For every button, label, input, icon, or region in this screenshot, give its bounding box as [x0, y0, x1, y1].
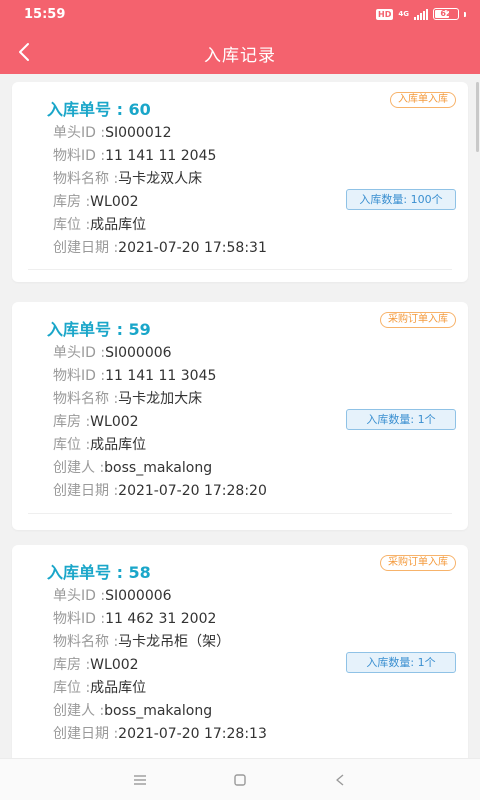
- quantity-badge: 入库数量: 1个: [346, 409, 456, 430]
- quantity-badge: 入库数量: 100个: [346, 189, 456, 210]
- signal-icon: [414, 8, 428, 20]
- battery-icon: 62: [433, 8, 459, 20]
- card-divider: [28, 513, 452, 514]
- back-triangle-icon: [336, 774, 344, 786]
- warehouse-field: 库房 :WL002: [53, 414, 139, 430]
- recent-apps-button[interactable]: [127, 767, 153, 793]
- record-type-tag: 采购订单入库: [380, 312, 456, 328]
- header-id-field: 单头ID :SI000006: [53, 588, 172, 604]
- warehouse-field: 库房 :WL002: [53, 657, 139, 673]
- material-name-field: 物料名称 :马卡龙双人床: [53, 171, 203, 187]
- record-number: 入库单号 : 59: [47, 320, 151, 339]
- home-square-icon: [234, 774, 246, 786]
- battery-level: 62: [440, 9, 452, 18]
- record-type-tag: 采购订单入库: [380, 555, 456, 571]
- record-number: 入库单号 : 58: [47, 563, 151, 582]
- hd-icon: HD: [376, 8, 394, 20]
- record-card[interactable]: 入库单号 : 60 入库单入库 单头ID :SI000012 物料ID :11 …: [12, 82, 468, 282]
- created-date-field: 创建日期 :2021-07-20 17:28:20: [53, 483, 267, 499]
- created-date-field: 创建日期 :2021-07-20 17:28:13: [53, 726, 267, 742]
- material-id-field: 物料ID :11 141 11 3045: [53, 368, 217, 384]
- system-back-button[interactable]: [327, 767, 353, 793]
- location-field: 库位 :成品库位: [53, 217, 147, 233]
- card-divider: [28, 269, 452, 270]
- system-nav-bar: [0, 758, 480, 800]
- material-name-field: 物料名称 :马卡龙吊柜（架）: [53, 634, 231, 650]
- record-card[interactable]: 入库单号 : 59 采购订单入库 单头ID :SI000006 物料ID :11…: [12, 302, 468, 530]
- creator-field: 创建人 :boss_makalong: [53, 703, 213, 719]
- creator-field: 创建人 :boss_makalong: [53, 460, 213, 476]
- network-type: 4G: [398, 9, 409, 18]
- home-button[interactable]: [227, 767, 253, 793]
- status-time: 15:59: [24, 7, 66, 22]
- material-id-field: 物料ID :11 462 31 2002: [53, 611, 217, 627]
- app-header: 15:59 HD 4G 62 入库记录: [0, 0, 480, 74]
- created-date-field: 创建日期 :2021-07-20 17:58:31: [53, 240, 267, 256]
- record-number: 入库单号 : 60: [47, 100, 151, 119]
- material-name-field: 物料名称 :马卡龙加大床: [53, 391, 203, 407]
- status-bar: 15:59 HD 4G 62: [0, 0, 480, 30]
- page-title: 入库记录: [204, 46, 276, 66]
- record-card[interactable]: 入库单号 : 58 采购订单入库 单头ID :SI000006 物料ID :11…: [12, 545, 468, 758]
- battery-tip: [464, 11, 466, 17]
- nav-bar: 入库记录: [0, 30, 480, 74]
- record-list[interactable]: 入库单号 : 60 入库单入库 单头ID :SI000012 物料ID :11 …: [0, 74, 480, 758]
- location-field: 库位 :成品库位: [53, 437, 147, 453]
- header-id-field: 单头ID :SI000012: [53, 125, 172, 141]
- quantity-badge: 入库数量: 1个: [346, 652, 456, 673]
- location-field: 库位 :成品库位: [53, 680, 147, 696]
- material-id-field: 物料ID :11 141 11 2045: [53, 148, 217, 164]
- warehouse-field: 库房 :WL002: [53, 194, 139, 210]
- status-icons: HD 4G 62: [376, 8, 466, 20]
- menu-icon: [134, 775, 146, 785]
- scrollbar[interactable]: [476, 82, 479, 152]
- record-type-tag: 入库单入库: [390, 92, 456, 108]
- header-id-field: 单头ID :SI000006: [53, 345, 172, 361]
